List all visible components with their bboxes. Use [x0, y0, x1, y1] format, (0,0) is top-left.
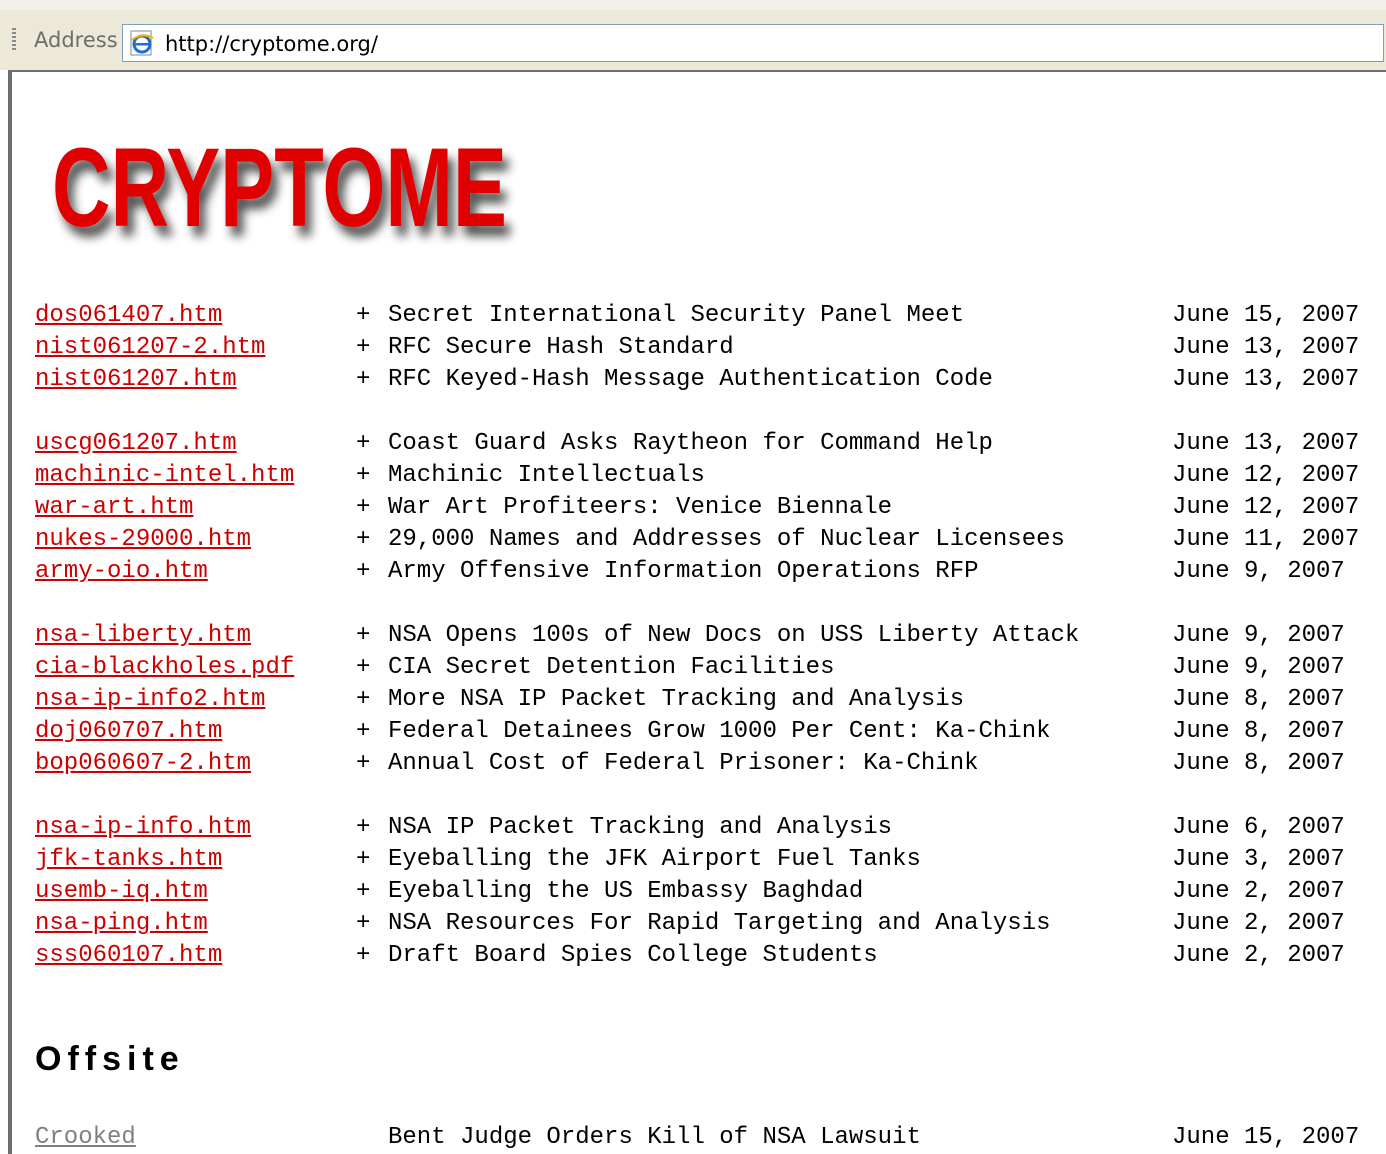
file-date: June 2, 2007: [1172, 878, 1345, 905]
page-content: CRYPTOME dos061407.htm + Secret Internatio…: [8, 70, 1386, 1154]
new-marker: +: [356, 878, 371, 905]
file-description: CIA Secret Detention Facilities: [388, 654, 835, 681]
file-description: Secret International Security Panel Meet: [388, 302, 965, 329]
file-date: June 11, 2007: [1172, 526, 1360, 553]
file-link[interactable]: jfk-tanks.htm: [35, 844, 222, 876]
new-marker: +: [356, 718, 371, 745]
new-marker: +: [356, 334, 371, 361]
file-description: Coast Guard Asks Raytheon for Command He…: [388, 430, 993, 457]
file-link[interactable]: army-oio.htm: [35, 556, 208, 588]
new-marker: +: [356, 526, 371, 553]
file-description: NSA Resources For Rapid Targeting and An…: [388, 910, 1051, 937]
new-marker: +: [356, 462, 371, 489]
file-description: War Art Profiteers: Venice Biennale: [388, 494, 893, 521]
file-link[interactable]: bop060607-2.htm: [35, 748, 251, 780]
offsite-description: Bent Judge Orders Kill of NSA Lawsuit: [388, 1124, 921, 1151]
file-description: More NSA IP Packet Tracking and Analysis: [388, 686, 965, 713]
address-url-text: http://cryptome.org/: [165, 32, 378, 56]
cryptome-logo-text: CRYPTOME: [52, 128, 507, 248]
file-date: June 8, 2007: [1172, 718, 1345, 745]
file-link[interactable]: dos061407.htm: [35, 300, 222, 332]
file-date: June 13, 2007: [1172, 366, 1360, 393]
new-marker: +: [356, 430, 371, 457]
address-toolbar: Address http://cryptome.org/: [0, 10, 1386, 70]
file-date: June 13, 2007: [1172, 334, 1360, 361]
file-link[interactable]: nukes-29000.htm: [35, 524, 251, 556]
file-date: June 9, 2007: [1172, 558, 1345, 585]
new-marker: +: [356, 622, 371, 649]
file-link[interactable]: nsa-liberty.htm: [35, 620, 251, 652]
file-description: RFC Secure Hash Standard: [388, 334, 734, 361]
file-description: NSA Opens 100s of New Docs on USS Libert…: [388, 622, 1080, 649]
new-marker: +: [356, 302, 371, 329]
new-marker: +: [356, 558, 371, 585]
new-marker: +: [356, 494, 371, 521]
cryptome-logo: CRYPTOME: [52, 128, 507, 248]
file-link[interactable]: cia-blackholes.pdf: [35, 652, 294, 684]
address-input[interactable]: http://cryptome.org/: [122, 24, 1384, 62]
file-date: June 8, 2007: [1172, 750, 1345, 777]
file-link[interactable]: uscg061207.htm: [35, 428, 237, 460]
file-description: Federal Detainees Grow 1000 Per Cent: Ka…: [388, 718, 1051, 745]
file-link[interactable]: usemb-iq.htm: [35, 876, 208, 908]
new-marker: +: [356, 366, 371, 393]
new-marker: +: [356, 942, 371, 969]
address-label: Address: [34, 28, 118, 52]
offsite-date: June 15, 2007: [1172, 1124, 1360, 1151]
file-description: Eyeballing the US Embassy Baghdad: [388, 878, 864, 905]
file-date: June 2, 2007: [1172, 942, 1345, 969]
file-link[interactable]: machinic-intel.htm: [35, 460, 294, 492]
new-marker: +: [356, 846, 371, 873]
file-link[interactable]: nsa-ping.htm: [35, 908, 208, 940]
file-description: Draft Board Spies College Students: [388, 942, 878, 969]
file-link[interactable]: nsa-ip-info2.htm: [35, 684, 265, 716]
file-description: Machinic Intellectuals: [388, 462, 705, 489]
file-link[interactable]: nist061207.htm: [35, 364, 237, 396]
file-link[interactable]: war-art.htm: [35, 492, 193, 524]
file-description: Annual Cost of Federal Prisoner: Ka-Chin…: [388, 750, 979, 777]
offsite-link[interactable]: Crooked: [35, 1122, 136, 1154]
ie-page-icon: [130, 30, 154, 56]
new-marker: +: [356, 750, 371, 777]
file-date: June 9, 2007: [1172, 622, 1345, 649]
file-description: 29,000 Names and Addresses of Nuclear Li…: [388, 526, 1065, 553]
new-marker: +: [356, 686, 371, 713]
file-date: June 15, 2007: [1172, 302, 1360, 329]
file-description: NSA IP Packet Tracking and Analysis: [388, 814, 893, 841]
file-link[interactable]: nsa-ip-info.htm: [35, 812, 251, 844]
file-date: June 9, 2007: [1172, 654, 1345, 681]
file-description: RFC Keyed-Hash Message Authentication Co…: [388, 366, 993, 393]
file-date: June 12, 2007: [1172, 462, 1360, 489]
file-date: June 2, 2007: [1172, 910, 1345, 937]
file-link[interactable]: nist061207-2.htm: [35, 332, 265, 364]
file-description: Army Offensive Information Operations RF…: [388, 558, 979, 585]
new-marker: +: [356, 814, 371, 841]
file-date: June 13, 2007: [1172, 430, 1360, 457]
file-description: Eyeballing the JFK Airport Fuel Tanks: [388, 846, 921, 873]
file-date: June 12, 2007: [1172, 494, 1360, 521]
new-marker: +: [356, 654, 371, 681]
file-date: June 8, 2007: [1172, 686, 1345, 713]
file-link[interactable]: doj060707.htm: [35, 716, 222, 748]
new-marker: +: [356, 910, 371, 937]
file-date: June 3, 2007: [1172, 846, 1345, 873]
offsite-heading: Offsite: [35, 1040, 185, 1078]
file-date: June 6, 2007: [1172, 814, 1345, 841]
toolbar-grip-handle[interactable]: [12, 28, 16, 50]
file-link[interactable]: sss060107.htm: [35, 940, 222, 972]
